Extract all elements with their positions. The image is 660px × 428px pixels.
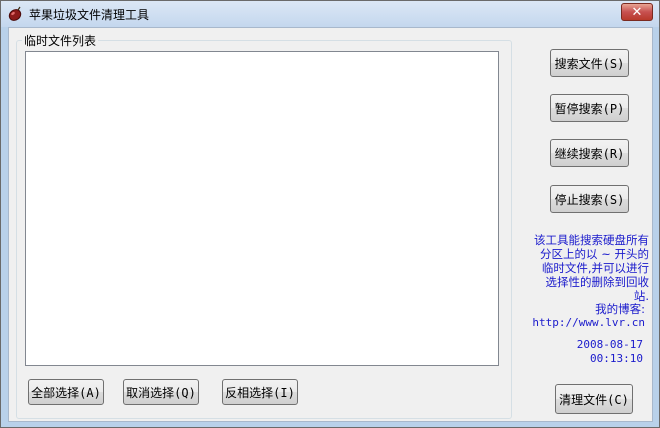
window-title: 苹果垃圾文件清理工具 (29, 8, 150, 22)
temp-file-list[interactable] (25, 51, 499, 366)
pause-search-button[interactable]: 暂停搜索(P) (550, 94, 629, 122)
title-bar[interactable]: 苹果垃圾文件清理工具 ✕ (1, 1, 659, 27)
timestamp: 2008-08-17 00:13:10 (551, 338, 643, 366)
apple-icon (7, 6, 23, 22)
close-button[interactable]: ✕ (621, 3, 653, 21)
time-text: 00:13:10 (590, 352, 643, 365)
tool-description: 该工具能搜索硬盘所有分区上的以 ~ 开头的临时文件,并可以进行选择性的删除到回收… (534, 233, 649, 303)
close-icon: ✕ (631, 4, 643, 20)
stop-search-button[interactable]: 停止搜索(S) (550, 185, 629, 213)
client-area: 临时文件列表 全部选择(A) 取消选择(Q) 反相选择(I) 搜索文件(S) 暂… (8, 27, 653, 422)
blog-info: 我的博客: http://www.lvr.cn (521, 302, 645, 330)
temp-file-group: 临时文件列表 全部选择(A) 取消选择(Q) 反相选择(I) (16, 32, 512, 419)
invert-selection-button[interactable]: 反相选择(I) (222, 379, 298, 405)
blog-url[interactable]: http://www.lvr.cn (521, 316, 645, 330)
search-files-button[interactable]: 搜索文件(S) (550, 49, 629, 77)
clean-files-button[interactable]: 清理文件(C) (555, 384, 633, 414)
select-all-button[interactable]: 全部选择(A) (28, 379, 104, 405)
resume-search-button[interactable]: 继续搜索(R) (550, 139, 629, 167)
group-label: 临时文件列表 (22, 32, 99, 49)
date-text: 2008-08-17 (576, 338, 643, 351)
app-window: 苹果垃圾文件清理工具 ✕ 临时文件列表 全部选择(A) 取消选择(Q) 反相选择… (0, 0, 660, 428)
blog-label: 我的博客: (595, 302, 645, 316)
deselect-button[interactable]: 取消选择(Q) (123, 379, 199, 405)
